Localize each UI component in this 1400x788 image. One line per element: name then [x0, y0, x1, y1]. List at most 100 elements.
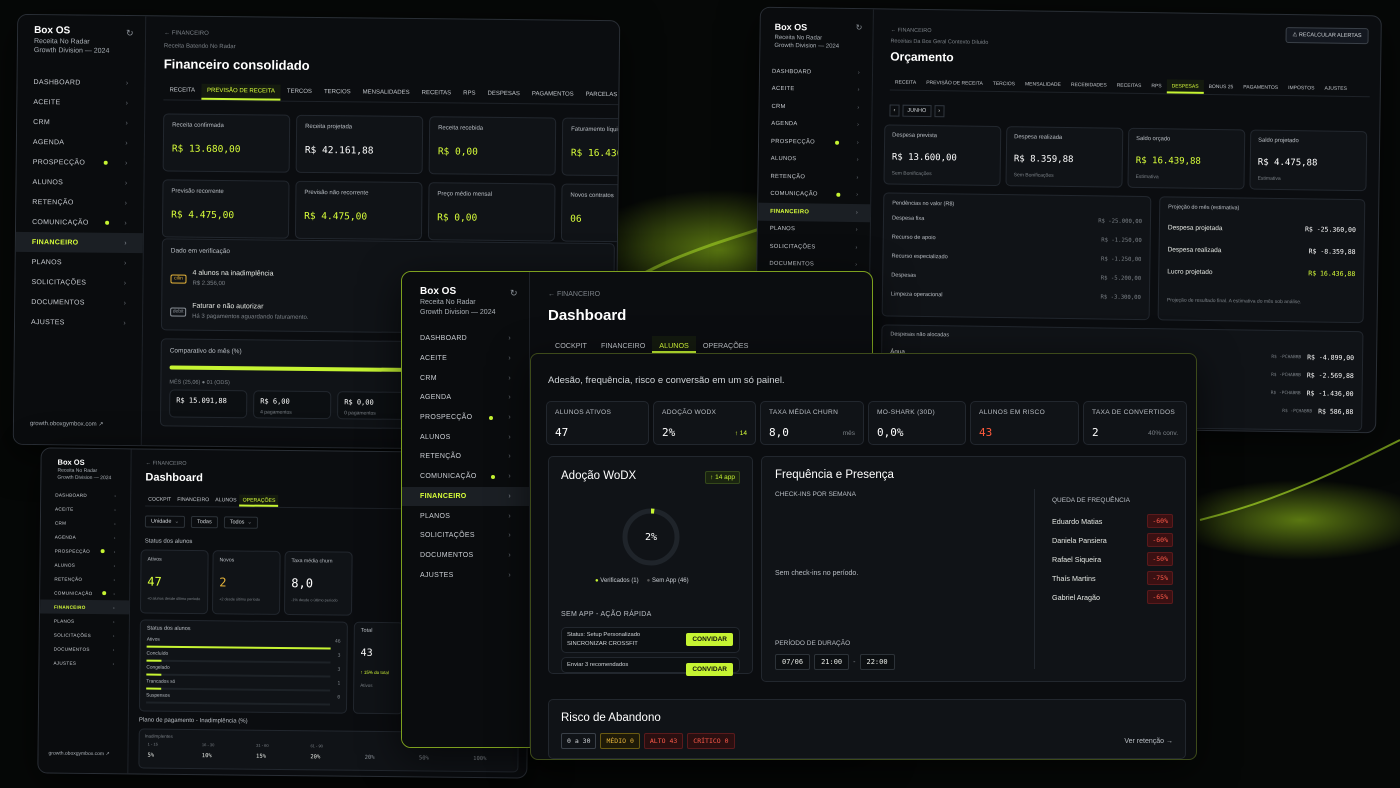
tab-bonus-25[interactable]: BONUS 25: [1203, 80, 1238, 94]
tab-cockpit[interactable]: COCKPIT: [548, 336, 594, 353]
sidebar-item-planos[interactable]: PLANOS ›: [40, 613, 129, 628]
tab-receitas[interactable]: RECEITAS: [1112, 79, 1147, 93]
sidebar-item-dashboard[interactable]: DASHBOARD ›: [41, 487, 130, 502]
tab-ajustes[interactable]: AJUSTES: [1319, 81, 1352, 95]
risk-chip-0-a-30[interactable]: 0 a 30: [561, 733, 597, 749]
sidebar-item-agenda[interactable]: AGENDA ›: [759, 115, 871, 134]
refresh-icon[interactable]: ↻: [126, 28, 134, 39]
sidebar-item-ajustes[interactable]: AJUSTES ›: [402, 565, 529, 585]
tab-operacoes[interactable]: OPERAÇÕES: [239, 494, 279, 507]
sidebar-item-crm[interactable]: CRM ›: [759, 98, 871, 117]
filter-unidade[interactable]: Unidade ⌄: [144, 515, 186, 528]
sidebar-item-aceite[interactable]: ACEITE ›: [41, 501, 130, 516]
risk-chip-critico-0[interactable]: CRÍTICO 0: [687, 733, 735, 749]
invite-button[interactable]: CONVIDAR: [686, 633, 733, 646]
sidebar-item-planos[interactable]: PLANOS ›: [758, 220, 870, 239]
breadcrumb[interactable]: ← FINANCEIRO: [146, 461, 187, 467]
tab-pagamentos[interactable]: PAGAMENTOS: [526, 87, 580, 104]
sidebar-item-planos[interactable]: PLANOS ›: [402, 506, 529, 526]
sidebar-item-prospeccao[interactable]: PROSPECÇÃO ›: [759, 133, 871, 152]
sidebar-item-agenda[interactable]: AGENDA ›: [402, 388, 529, 408]
sidebar-item-ajustes[interactable]: AJUSTES ›: [15, 312, 142, 333]
month-selector[interactable]: ‹ JUNHO ›: [889, 104, 945, 118]
sidebar-item-aceite[interactable]: ACEITE ›: [760, 80, 872, 99]
sidebar-item-crm[interactable]: CRM ›: [17, 112, 144, 133]
sidebar-item-alunos[interactable]: ALUNOS ›: [16, 172, 143, 193]
sidebar-item-aceite[interactable]: ACEITE ›: [402, 349, 529, 369]
sidebar-item-dashboard[interactable]: DASHBOARD ›: [402, 329, 529, 349]
sidebar-item-prospeccao[interactable]: PROSPECÇÃO ›: [17, 152, 144, 173]
sidebar-item-prospeccao[interactable]: PROSPECÇÃO ›: [41, 543, 130, 558]
sidebar-item-solicitacoes[interactable]: SOLICITAÇÕES ›: [757, 238, 869, 257]
sidebar-item-comunicacao[interactable]: COMUNICAÇÃO ›: [402, 467, 529, 487]
tab-pagamentos[interactable]: PAGAMENTOS: [1238, 80, 1283, 95]
tab-despesas[interactable]: DESPESAS: [1166, 79, 1204, 94]
sidebar-item-ajustes[interactable]: AJUSTES ›: [39, 655, 128, 670]
sidebar-item-comunicacao[interactable]: COMUNICAÇÃO ›: [758, 185, 870, 204]
sidebar-item-documentos[interactable]: DOCUMENTOS ›: [15, 292, 142, 313]
next-month-icon[interactable]: ›: [934, 105, 945, 118]
tab-rps[interactable]: RPS: [457, 86, 482, 102]
period-input[interactable]: 22:00: [859, 654, 895, 670]
tab-financeiro[interactable]: FINANCEIRO: [174, 494, 212, 506]
sidebar-item-retencao[interactable]: RETENÇÃO ›: [16, 192, 143, 213]
sidebar-item-aceite[interactable]: ACEITE ›: [17, 92, 144, 113]
sidebar-item-financeiro[interactable]: FINANCEIRO ›: [402, 486, 529, 507]
tab-receitas[interactable]: RECEITAS: [416, 86, 458, 102]
tab-alunos[interactable]: ALUNOS: [212, 494, 239, 506]
risk-chip-alto-43[interactable]: ALTO 43: [643, 733, 684, 749]
sidebar-item-agenda[interactable]: AGENDA ›: [41, 529, 130, 544]
invite-button[interactable]: CONVIDAR: [686, 663, 733, 676]
footer-link[interactable]: growth.oboxgymbox.com ↗: [48, 751, 109, 758]
tab-previsao-de-receita[interactable]: PREVISÃO DE RECEITA: [921, 76, 988, 91]
sidebar-item-solicitacoes[interactable]: SOLICITAÇÕES ›: [402, 526, 529, 546]
sidebar-item-solicitacoes[interactable]: SOLICITAÇÕES ›: [15, 272, 142, 293]
tab-financeiro[interactable]: FINANCEIRO: [594, 336, 652, 353]
tab-receita[interactable]: RECEITA: [890, 76, 922, 90]
tab-mensalidades[interactable]: MENSALIDADES: [357, 85, 416, 102]
sidebar-item-documentos[interactable]: DOCUMENTOS ›: [402, 546, 529, 566]
breadcrumb[interactable]: ← FINANCEIRO: [164, 30, 209, 36]
sidebar-item-crm[interactable]: CRM ›: [402, 368, 529, 388]
sidebar-item-retencao[interactable]: RETENÇÃO ›: [40, 571, 129, 586]
refresh-icon[interactable]: ↻: [510, 288, 518, 299]
breadcrumb[interactable]: ← FINANCEIRO: [891, 28, 932, 35]
tab-mensalidade[interactable]: MENSALIDADE: [1020, 77, 1066, 92]
tab-tercos[interactable]: TERCOS: [281, 85, 318, 101]
risk-link[interactable]: Ver retenção →: [1124, 738, 1173, 745]
tab-rps[interactable]: RPs: [1146, 79, 1166, 93]
filter-todos[interactable]: Todos ⌄: [223, 516, 259, 529]
tab-tercios[interactable]: TERCIOS: [988, 77, 1020, 91]
sidebar-item-crm[interactable]: CRM ›: [41, 515, 130, 530]
tab-previsao-de-receita[interactable]: PREVISÃO DE RECEITA: [200, 83, 282, 101]
sidebar-item-financeiro[interactable]: FINANCEIRO ›: [757, 202, 871, 222]
sidebar-item-retencao[interactable]: RETENÇÃO ›: [402, 447, 529, 467]
sidebar-item-financeiro[interactable]: FINANCEIRO ›: [15, 231, 143, 254]
sidebar-item-solicitacoes[interactable]: SOLICITAÇÕES ›: [40, 627, 129, 642]
refresh-icon[interactable]: ↻: [856, 23, 863, 32]
sidebar-item-retencao[interactable]: RETENÇÃO ›: [758, 168, 870, 187]
sidebar-item-comunicacao[interactable]: COMUNICAÇÃO ›: [40, 585, 129, 600]
tab-impostos[interactable]: IMPOSTOS: [1283, 81, 1320, 96]
prev-month-icon[interactable]: ‹: [889, 104, 900, 117]
tab-parcelas[interactable]: PARCELAS: [580, 88, 621, 104]
tab-despesas[interactable]: DESPESAS: [481, 87, 526, 103]
tab-operacoes[interactable]: OPERAÇÕES: [696, 336, 756, 353]
footer-link[interactable]: growth.oboxgymbox.com ↗: [30, 420, 103, 428]
filter-todas[interactable]: Todas: [190, 516, 218, 529]
tab-receita[interactable]: RECEITA: [163, 83, 201, 99]
tab-cockpit[interactable]: COCKPIT: [145, 494, 174, 506]
period-input[interactable]: 07/06: [775, 654, 811, 670]
recalculate-alerts-button[interactable]: ⚠ RECALCULAR ALERTAS: [1285, 27, 1369, 45]
risk-chip-medio-0[interactable]: MÉDIO 0: [600, 733, 640, 749]
sidebar-item-alunos[interactable]: ALUNOS ›: [402, 427, 529, 447]
period-input[interactable]: 21:00: [814, 654, 850, 670]
breadcrumb[interactable]: ← FINANCEIRO: [548, 291, 600, 298]
sidebar-item-alunos[interactable]: ALUNOS ›: [40, 557, 129, 572]
tab-recebidades[interactable]: RECEBIDADES: [1066, 78, 1112, 93]
sidebar-item-agenda[interactable]: AGENDA ›: [17, 132, 144, 153]
sidebar-item-comunicacao[interactable]: COMUNICAÇÃO ›: [16, 212, 143, 233]
sidebar-item-dashboard[interactable]: DASHBOARD ›: [760, 63, 872, 82]
sidebar-item-financeiro[interactable]: FINANCEIRO ›: [39, 599, 130, 615]
sidebar-item-dashboard[interactable]: DASHBOARD ›: [17, 72, 144, 93]
